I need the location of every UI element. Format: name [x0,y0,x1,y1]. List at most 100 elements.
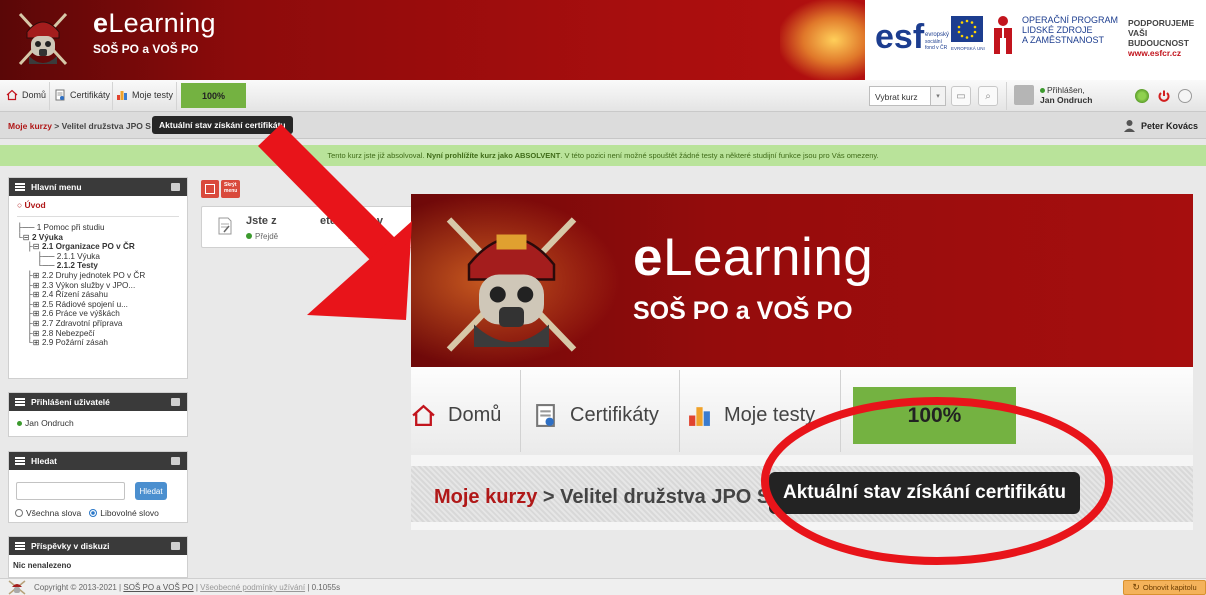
search-options: Všechna slova Libovolné slovo [15,508,159,518]
brand-subtitle: SOŠ PO a VOŠ PO [93,42,199,56]
refresh-icon: ↻ [1132,582,1140,592]
search-icon[interactable]: ⌕ [978,86,998,106]
search-button[interactable]: Hledat [135,482,167,500]
support-text: PODPORUJEME VAŠI BUDOUCNOST www.esfcr.cz [1128,18,1206,58]
hide-menu-label[interactable]: Skrýt menu [221,180,241,198]
zoom-breadcrumb-root: Moje kurzy [434,486,538,508]
reload-chapter-button[interactable]: ↻ Obnovit kapitolu [1123,580,1206,595]
user-menu[interactable]: Peter Kovács [1123,119,1198,132]
menu-item-label: 2.4 Řízení zásahu [41,290,108,300]
minimize-icon[interactable] [171,183,180,191]
minimize-icon[interactable] [171,398,180,406]
tree-branch: ├⊞ [27,328,42,338]
radio-any-word-label: Libovolné slovo [100,508,159,518]
course-select[interactable]: Vybrat kurz [869,86,931,106]
menu-item[interactable]: ├⊞ 2.3 Výkon služby v JPO... [17,281,187,291]
zoom-certificate-progress: 100% [853,387,1016,444]
support-url[interactable]: www.esfcr.cz [1128,48,1206,58]
menu-item[interactable]: ├⊟ 2.1 Organizace PO v ČR [17,242,187,252]
status-icon[interactable] [1135,89,1149,103]
card-subtitle-right: ly [348,232,354,241]
svg-text:EVROPSKÁ UNIE: EVROPSKÁ UNIE [951,45,985,51]
menu-item[interactable]: ├⊞ 2.5 Rádiové spojení u... [17,300,187,310]
zoom-inset: eLearning SOŠ PO a VOŠ PO Domů Certifiká… [411,194,1193,530]
menu-item-label: 2.9 Požární zásah [41,338,108,348]
menu-item[interactable]: ├⊞ 2.4 Řízení zásahu [17,290,187,300]
notice-part2: Nyní prohlížíte kurz jako ABSOLVENT [426,151,561,160]
site-header: eLearning SOŠ PO a VOŠ PO esf evropský s… [0,0,1206,80]
tree-branch: ├⊞ [27,290,42,300]
menu-item-label: 2.1.2 Testy [56,261,98,271]
school-link[interactable]: SOŠ PO a VOŠ PO [123,583,193,592]
zoom-brand-title: eLearning SOŠ PO a VOŠ PO [633,229,873,326]
message-icon[interactable]: ▭ [951,86,971,106]
menu-item-label: 2.5 Rádiové spojení u... [41,299,128,309]
main-menu-header[interactable]: Hlavní menu [9,178,187,196]
login-user[interactable]: Jan Ondruch [1040,95,1092,105]
zoom-nav-my-tests: Moje testy [687,403,815,428]
menu-item[interactable]: └⊟ 2 Výuka [17,233,187,243]
nav-certificates[interactable]: Certifikáty [54,89,110,101]
menu-icon [15,457,25,465]
search-panel: Hledat Hledat Všechna slova Libovolné sl… [8,451,188,523]
course-card[interactable]: Jste z Přejdě ly [201,206,413,248]
menu-item[interactable]: ├── 1 Pomoc při studiu [17,223,187,233]
discussion-header[interactable]: Příspěvky v diskuzi [9,537,187,555]
menu-item[interactable]: ├── 2.1.1 Výuka [17,252,187,262]
nav-my-tests[interactable]: Moje testy [116,89,173,101]
minimize-icon[interactable] [171,457,180,465]
discussion-empty: Nic nenalezeno [13,561,72,570]
user-icon [1124,120,1135,132]
brand-title[interactable]: eLearning SOŠ PO a VOŠ PO [93,8,216,56]
support-line1: PODPORUJEME [1128,18,1195,28]
radio-all-words-label: Všechna slova [26,508,82,518]
toolbar-divider [1006,82,1007,110]
menu-item[interactable]: ├⊞ 2.2 Druhy jednotek PO v ČR [17,271,187,281]
certificate-progress[interactable]: 100% [181,83,246,108]
chevron-down-icon[interactable]: ▾ [931,86,946,106]
menu-item[interactable]: ├⊞ 2.8 Nebezpečí [17,329,187,339]
search-header[interactable]: Hledat [9,452,187,470]
toolbar-divider [679,370,680,452]
settings-icon[interactable] [1178,89,1192,103]
radio-all-words[interactable] [15,509,23,517]
hide-menu-button[interactable] [201,180,219,198]
main-menu-title: Hlavní menu [31,182,82,192]
breadcrumb-my-courses[interactable]: Moje kurzy [8,121,52,131]
power-icon[interactable] [1157,89,1171,103]
zoom-nav-home: Domů [411,403,501,428]
zoom-breadcrumb-rest: > Velitel družstva JPO S [537,486,771,508]
esf-logo[interactable]: esf evropský sociální fond v ČR EVROPSKÁ… [873,14,985,56]
menu-item-label: 2.7 Zdravotní příprava [41,318,123,328]
menu-item[interactable]: ├⊞ 2.7 Zdravotní příprava [17,319,187,329]
avatar[interactable] [1014,85,1034,105]
radio-any-word[interactable] [89,509,98,517]
tree-branch: ├── [17,223,37,232]
nav-home-label: Domů [22,90,47,100]
certificate-icon [55,89,65,101]
menu-home-label: Úvod [24,200,46,210]
menu-home[interactable]: ○ Úvod [9,196,187,210]
svg-text:fond v ČR: fond v ČR [925,44,948,51]
discussion-title: Příspěvky v diskuzi [31,541,110,551]
tree-branch: ├⊞ [27,318,42,328]
reload-chapter-label: Obnovit kapitolu [1142,583,1197,592]
firefighter-logo[interactable] [14,8,72,70]
menu-item[interactable]: └⊞ 2.9 Požární zásah [17,338,187,348]
logged-users-header[interactable]: Přihlášení uživatelé [9,393,187,411]
terms-link[interactable]: Všeobecné podmínky užívání [200,583,305,592]
logged-users-panel: Přihlášení uživatelé Jan Ondruch [8,392,188,437]
logged-user[interactable]: Jan Ondruch [9,411,187,428]
search-input[interactable] [16,482,125,500]
logged-user-name: Jan Ondruch [25,418,74,428]
nav-home[interactable]: Domů [6,89,46,101]
menu-item-label: 2.3 Výkon služby v JPO... [41,280,136,290]
menu-item[interactable]: └── 2.1.2 Testy [17,261,187,271]
toolbar-divider [176,82,177,110]
card-subtitle[interactable]: Přejdě ly [246,232,354,241]
minimize-icon[interactable] [171,542,180,550]
menu-item[interactable]: ├⊞ 2.6 Práce ve výškách [17,309,187,319]
menu-icon [15,542,25,550]
search-title: Hledat [31,456,57,466]
footer: Copyright © 2013-2021 | SOŠ PO a VOŠ PO … [0,578,1206,595]
